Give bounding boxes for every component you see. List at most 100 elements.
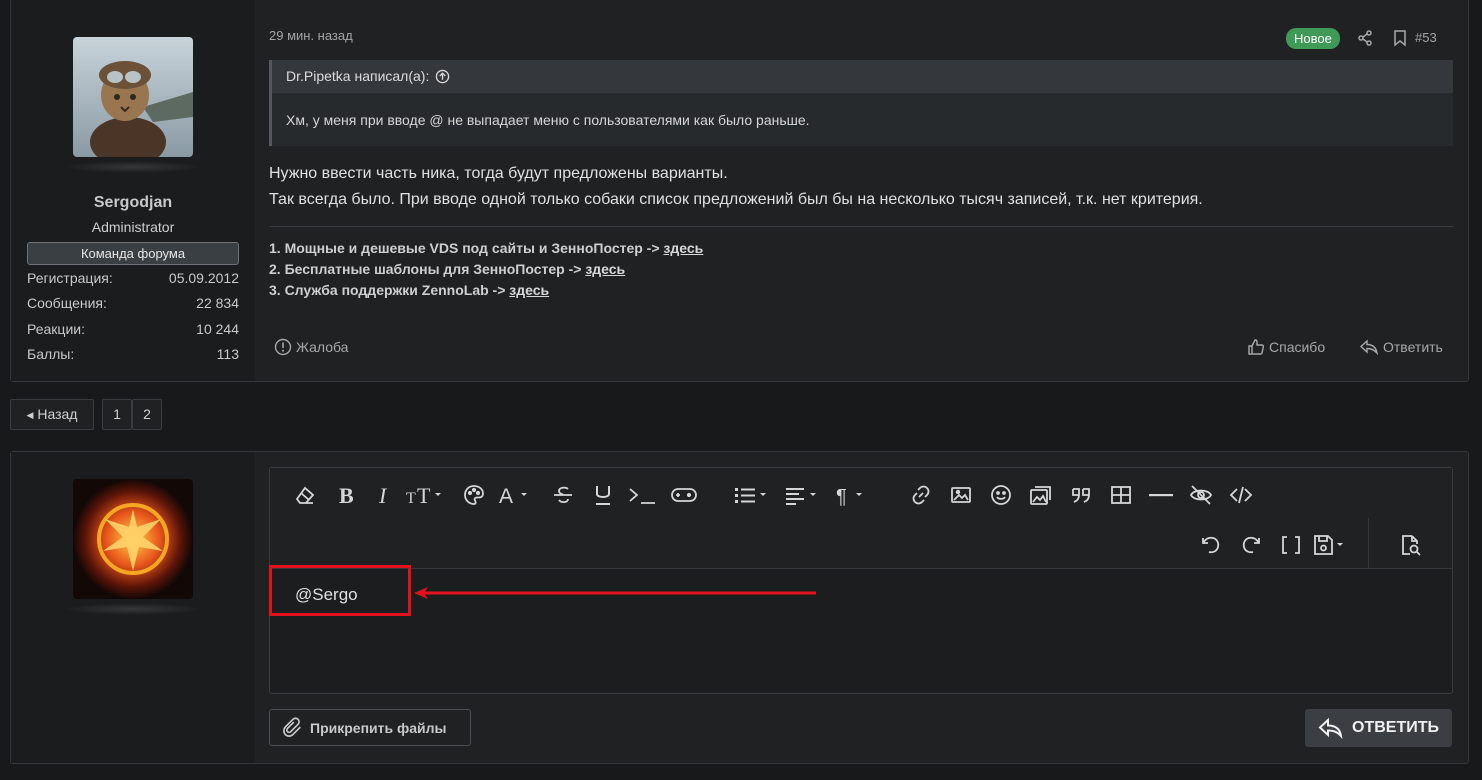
stat-value: 10 244 xyxy=(196,321,239,337)
quote-author[interactable]: Dr.Pipetka написал(а): xyxy=(286,60,429,93)
submit-reply-button[interactable]: ОТВЕТИТЬ xyxy=(1305,709,1452,747)
link-icon[interactable] xyxy=(906,480,936,510)
font-family-icon[interactable]: A xyxy=(495,480,535,510)
submit-reply-label: ОТВЕТИТЬ xyxy=(1352,719,1439,736)
pagination-back-label: Назад xyxy=(37,406,78,422)
reply-icon xyxy=(1318,717,1343,739)
palette-icon[interactable] xyxy=(459,480,489,510)
avatar-shadow xyxy=(63,603,203,615)
attach-files-button[interactable]: Прикрепить файлы xyxy=(269,709,471,746)
stat-label: Реакции: xyxy=(27,321,85,337)
report-label: Жалоба xyxy=(296,339,349,355)
author-banner: Команда форума xyxy=(27,242,239,265)
reply-sidebar xyxy=(11,452,255,763)
align-icon[interactable] xyxy=(782,480,824,510)
signature: 1. Мощные и дешевые VDS под сайты и Зенн… xyxy=(269,238,703,301)
signature-link[interactable]: здесь xyxy=(663,240,703,256)
bold-icon[interactable]: B xyxy=(331,480,361,510)
code-icon[interactable] xyxy=(1226,480,1256,510)
font-size-icon[interactable]: TT xyxy=(403,480,447,510)
message-line: Нужно ввести часть ника, тогда будут пре… xyxy=(269,165,728,182)
smiley-icon[interactable] xyxy=(986,480,1016,510)
report-button[interactable]: Жалоба xyxy=(274,338,348,356)
underline-icon[interactable] xyxy=(588,480,618,510)
stat-registration: Регистрация: 05.09.2012 xyxy=(27,270,239,286)
eraser-icon[interactable] xyxy=(290,480,320,510)
bookmark-icon[interactable] xyxy=(1391,29,1409,47)
like-label: Спасибо xyxy=(1269,339,1326,355)
undo-icon[interactable] xyxy=(1196,530,1226,560)
stat-messages: Сообщения: 22 834 xyxy=(27,295,239,311)
pagination-page-2[interactable]: 2 xyxy=(132,399,162,430)
share-icon[interactable] xyxy=(1356,29,1374,47)
attach-files-label: Прикрепить файлы xyxy=(310,719,447,736)
italic-icon[interactable]: I xyxy=(369,480,399,510)
svg-text:B: B xyxy=(339,483,354,507)
signature-text: 2. Бесплатные шаблоны для ЗенноПостер -> xyxy=(269,261,586,277)
message-line: Так всегда было. При вводе одной только … xyxy=(269,191,1203,208)
redo-icon[interactable] xyxy=(1236,530,1266,560)
author-avatar[interactable] xyxy=(73,37,193,157)
hide-eye-slash-icon[interactable] xyxy=(1186,480,1216,510)
stat-value: 113 xyxy=(216,346,239,362)
post-timestamp[interactable]: 29 мин. назад xyxy=(269,28,353,43)
spoiler-gamepad-icon[interactable] xyxy=(668,480,700,510)
image-icon[interactable] xyxy=(946,480,976,510)
list-icon[interactable] xyxy=(731,480,773,510)
editor-toolbar: B I TT A ¶ xyxy=(270,468,1452,569)
svg-text:¶: ¶ xyxy=(836,486,847,507)
quick-reply-form: B I TT A ¶ @Sergo Прикрепить файлы ОТВЕТ… xyxy=(10,451,1469,764)
arrow-up-circle-icon[interactable] xyxy=(435,69,450,84)
stat-label: Регистрация: xyxy=(27,270,113,286)
save-draft-icon[interactable] xyxy=(1310,530,1350,560)
quote-header[interactable]: Dr.Pipetka написал(а): xyxy=(272,60,1453,93)
svg-text:T: T xyxy=(406,490,416,507)
signature-text: 3. Служба поддержки ZennoLab -> xyxy=(269,282,510,298)
reply-link[interactable]: Ответить xyxy=(1359,338,1443,356)
pagination-page-1[interactable]: 1 xyxy=(102,399,132,430)
like-button[interactable]: Спасибо xyxy=(1247,338,1325,356)
svg-text:I: I xyxy=(378,483,388,507)
reply-label: Ответить xyxy=(1383,339,1443,355)
toolbar-separator xyxy=(1368,518,1369,568)
annotation-highlight-box xyxy=(269,565,411,616)
alert-circle-icon xyxy=(274,338,292,356)
paragraph-icon[interactable]: ¶ xyxy=(832,480,874,510)
signature-line: 3. Служба поддержки ZennoLab -> здесь xyxy=(269,280,703,301)
code-inline-icon[interactable] xyxy=(625,480,659,510)
quote-body: Хм, у меня при вводе @ не выпадает меню … xyxy=(286,112,810,128)
svg-text:T: T xyxy=(417,483,431,507)
avatar-shadow xyxy=(63,161,203,173)
paperclip-icon xyxy=(283,716,301,737)
stat-points: Баллы: 113 xyxy=(27,346,239,362)
post-number[interactable]: #53 xyxy=(1415,30,1437,45)
horizontal-rule-icon[interactable] xyxy=(1146,480,1176,510)
pagination-back-button[interactable]: ◀ Назад xyxy=(10,399,94,430)
media-gallery-icon[interactable] xyxy=(1026,480,1056,510)
reply-icon xyxy=(1359,339,1379,356)
stat-value: 22 834 xyxy=(196,295,239,311)
strikethrough-icon[interactable] xyxy=(548,480,578,510)
preview-icon[interactable] xyxy=(1395,530,1425,560)
svg-text:A: A xyxy=(499,485,513,507)
stat-label: Сообщения: xyxy=(27,295,107,311)
signature-text: 1. Мощные и дешевые VDS под сайты и Зенн… xyxy=(269,240,664,256)
thumbs-up-icon xyxy=(1248,339,1265,355)
signature-link[interactable]: здесь xyxy=(509,282,549,298)
quote-icon[interactable] xyxy=(1066,480,1096,510)
stat-value: 05.09.2012 xyxy=(168,270,239,286)
stat-reactions: Реакции: 10 244 xyxy=(27,321,239,337)
message-editor: B I TT A ¶ @Sergo xyxy=(269,467,1453,694)
current-user-avatar[interactable] xyxy=(73,479,193,599)
author-username[interactable]: Sergodjan xyxy=(11,194,255,212)
signature-link[interactable]: здесь xyxy=(585,261,625,277)
table-icon[interactable] xyxy=(1106,480,1136,510)
new-badge: Новое xyxy=(1286,28,1340,49)
post-message: Нужно ввести часть ника, тогда будут пре… xyxy=(269,161,1203,213)
signature-line: 2. Бесплатные шаблоны для ЗенноПостер ->… xyxy=(269,259,703,280)
bbcode-toggle-icon[interactable] xyxy=(1276,530,1306,560)
caret-left-icon: ◀ xyxy=(26,410,34,420)
signature-divider xyxy=(269,226,1453,227)
author-title: Administrator xyxy=(91,219,175,235)
stat-label: Баллы: xyxy=(27,346,75,362)
